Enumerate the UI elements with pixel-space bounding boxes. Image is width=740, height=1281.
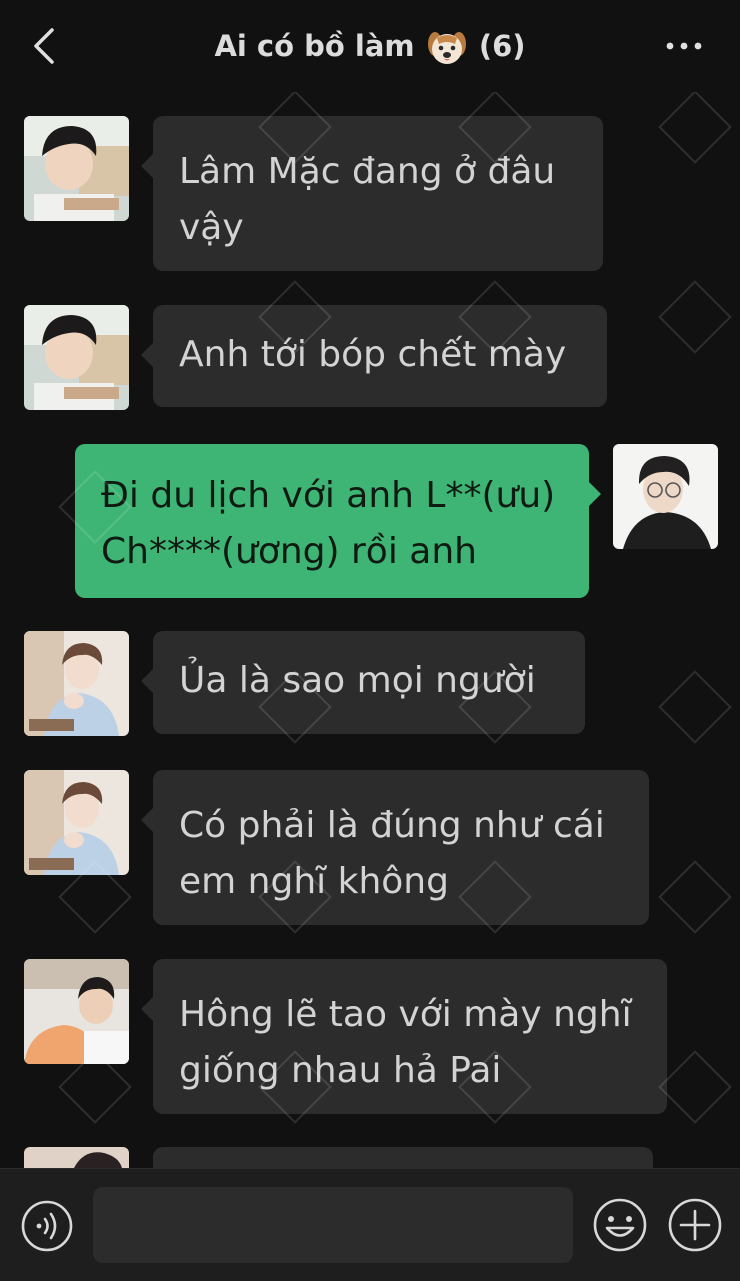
smiley-icon[interactable] — [592, 1197, 648, 1253]
message-bubble[interactable]: Anh tới bóp chết mày — [141, 305, 607, 407]
message-text: vậy — [179, 207, 244, 248]
avatar[interactable] — [24, 770, 129, 875]
dog-face-emoji — [427, 32, 466, 64]
chat-title: Ai có bồ làm (6) — [0, 26, 740, 68]
avatar[interactable] — [24, 305, 129, 410]
chat-header: Ai có bồ làm (6) — [0, 0, 740, 92]
avatar[interactable] — [24, 631, 129, 736]
member-count: (6) — [478, 29, 526, 63]
message-bubble[interactable]: Có phải là đúng như cái em nghĩ không — [141, 770, 649, 925]
message-text: giống nhau hả Pai — [179, 1050, 502, 1091]
message-bubble-partial[interactable] — [141, 1147, 653, 1209]
message-text: Có phải là đúng như cái — [179, 805, 605, 846]
avatar[interactable] — [24, 116, 129, 221]
ellipsis-icon[interactable] — [664, 36, 704, 56]
message-bubble-outgoing[interactable]: Đi du lịch với anh L**(ưu) Ch****(ương) … — [75, 444, 601, 598]
message-text: Hông lẽ tao với mày nghĩ — [179, 994, 632, 1035]
message-text: em nghĩ không — [179, 861, 449, 902]
message-bubble[interactable]: Lâm Mặc đang ở đâu vậy — [141, 116, 603, 271]
message-text: Anh tới bóp chết mày — [179, 334, 567, 375]
message-bubble[interactable]: Ủa là sao mọi người — [141, 631, 585, 734]
message-input[interactable] — [93, 1187, 573, 1263]
message-text: Ch****(ương) rồi anh — [101, 531, 477, 572]
message-text: Đi du lịch với anh L**(ưu) — [101, 475, 556, 516]
message-text: Ủa là sao mọi người — [179, 660, 536, 701]
plus-icon[interactable] — [667, 1197, 723, 1253]
avatar-partial[interactable] — [24, 1147, 129, 1168]
avatar-self[interactable] — [613, 444, 718, 549]
input-bar — [0, 1168, 740, 1281]
message-bubble[interactable]: Hông lẽ tao với mày nghĩ giống nhau hả P… — [141, 959, 667, 1114]
voice-icon[interactable] — [20, 1199, 74, 1253]
chat-title-text: Ai có bồ làm — [214, 29, 415, 63]
avatar[interactable] — [24, 959, 129, 1064]
message-text: Lâm Mặc đang ở đâu — [179, 151, 556, 192]
